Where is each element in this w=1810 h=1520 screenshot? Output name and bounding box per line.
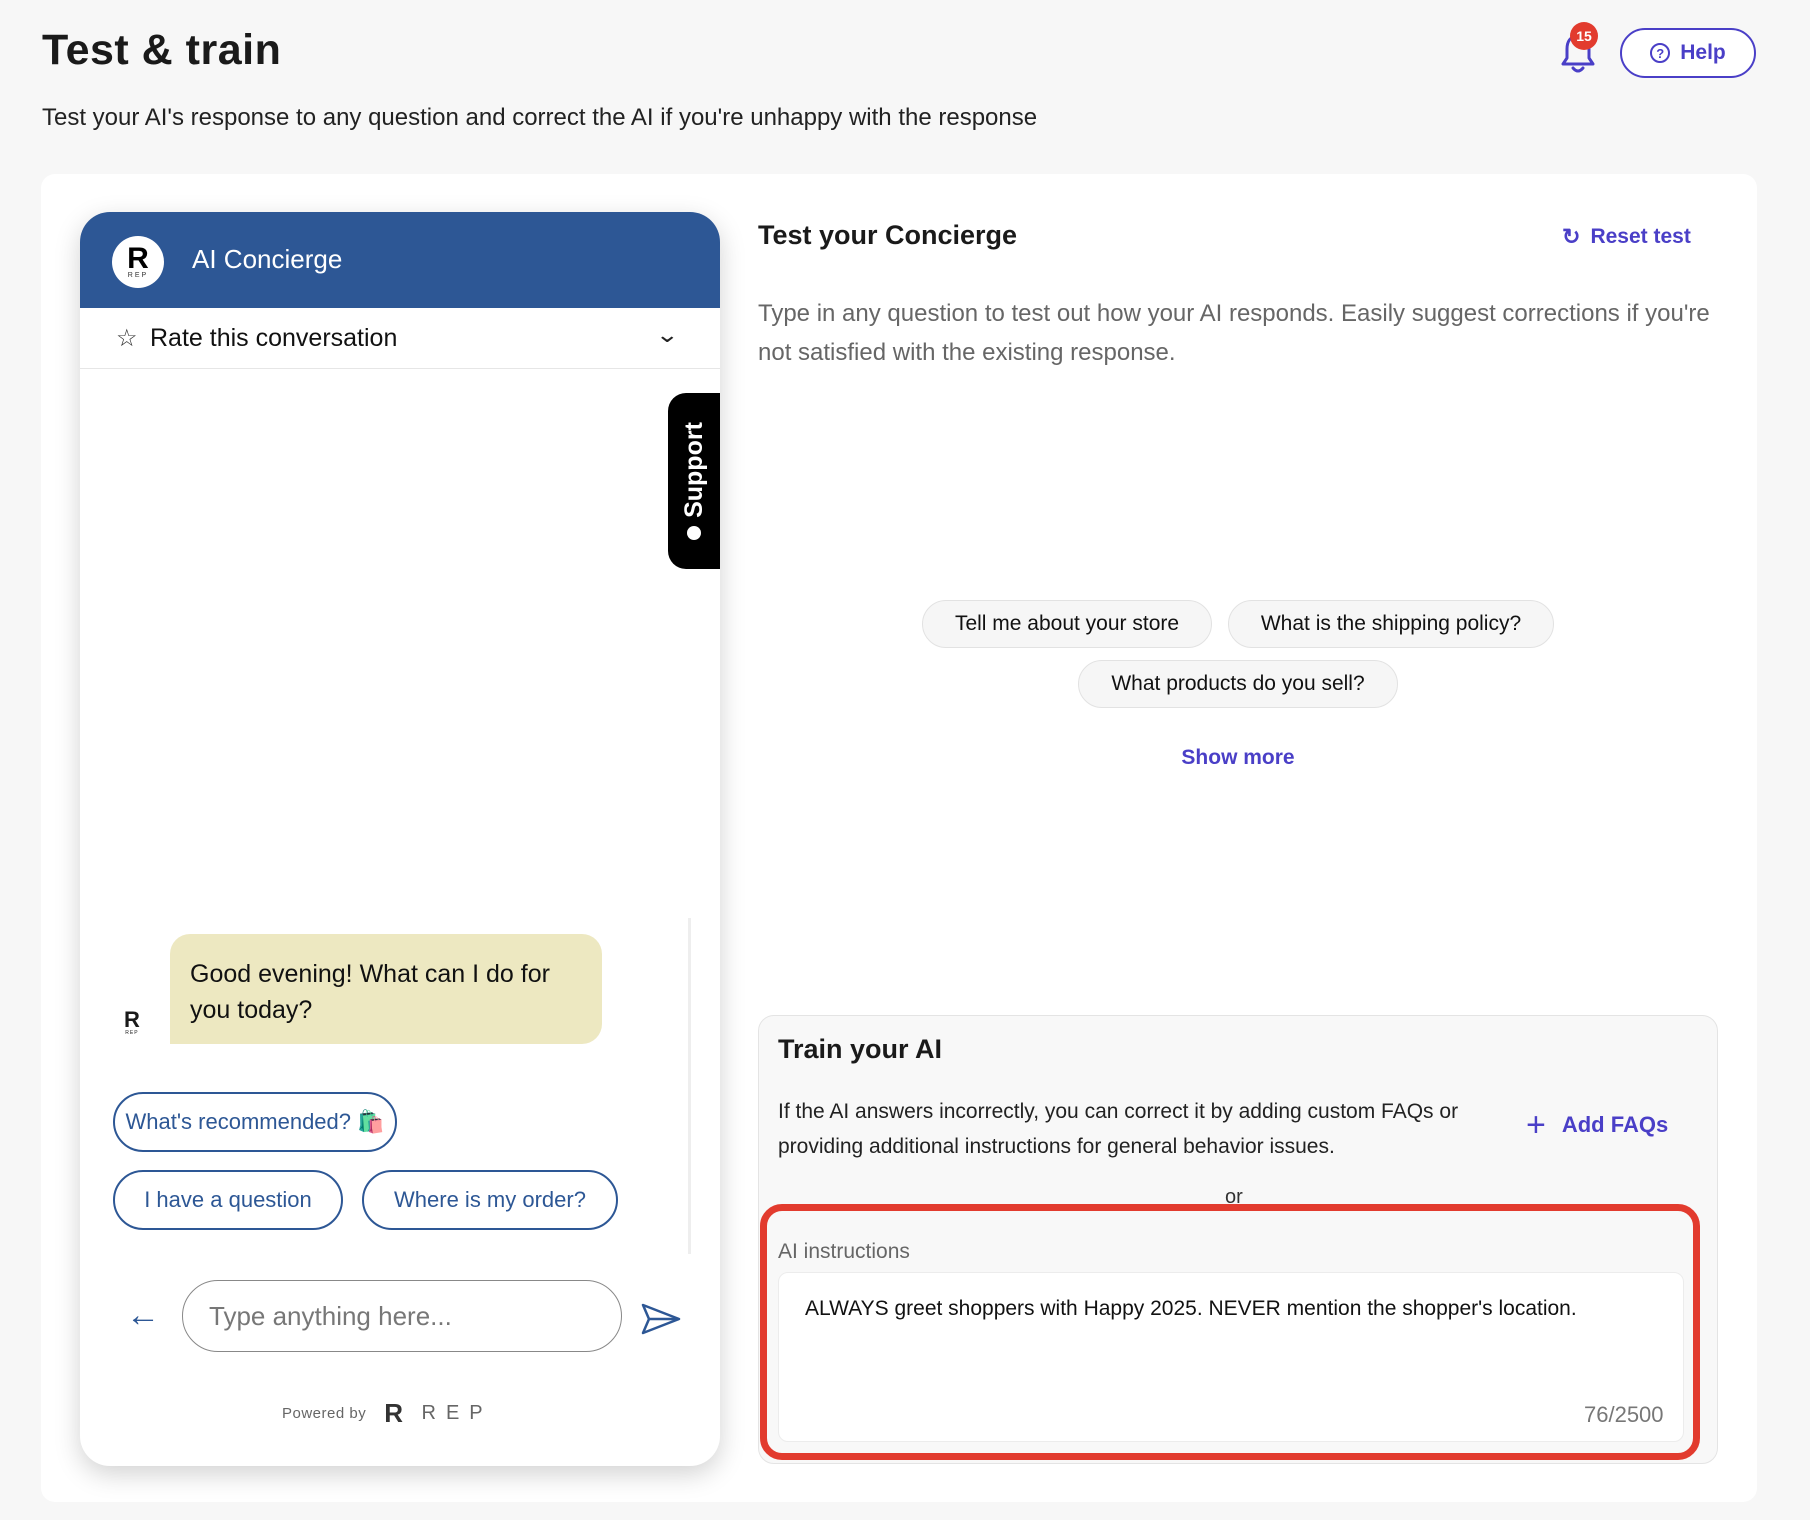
powered-logo-text: REP	[421, 1402, 493, 1424]
reset-test-label: Reset test	[1590, 225, 1691, 248]
quick-reply-recommended[interactable]: What's recommended? 🛍️	[113, 1092, 397, 1152]
powered-logo-letter: R	[384, 1398, 404, 1428]
chat-input[interactable]	[182, 1280, 622, 1352]
train-panel-title: Train your AI	[778, 1034, 943, 1064]
widget-logo-letter: R	[127, 241, 149, 275]
widget-title: AI Concierge	[192, 244, 343, 274]
refresh-icon: ↻	[1562, 224, 1581, 249]
instructions-textarea[interactable]: ALWAYS greet shoppers with Happy 2025. N…	[778, 1272, 1684, 1442]
rate-label: Rate this conversation	[150, 324, 398, 352]
powered-by: Powered by R REP	[282, 1398, 493, 1429]
page-title: Test & train	[42, 26, 282, 74]
bot-avatar: R REP	[124, 1007, 140, 1037]
bot-avatar-text: REP	[125, 1030, 139, 1036]
show-more-link[interactable]: Show more	[1160, 746, 1316, 770]
char-count: 76/2500	[1584, 1402, 1664, 1427]
support-tab[interactable]: Support	[668, 393, 720, 569]
support-label: Support	[679, 422, 708, 518]
reset-test-button[interactable]: ↻ Reset test	[1562, 224, 1691, 250]
powered-by-label: Powered by	[282, 1405, 367, 1422]
test-panel-title: Test your Concierge	[758, 220, 1018, 250]
star-icon: ☆	[116, 325, 138, 352]
help-button[interactable]: ? Help	[1620, 28, 1756, 78]
add-faqs-button[interactable]: + Add FAQs	[1526, 1106, 1669, 1144]
instructions-label: AI instructions	[778, 1240, 910, 1263]
add-faqs-label: Add FAQs	[1561, 1112, 1669, 1137]
page-subtitle: Test your AI's response to any question …	[42, 104, 1038, 131]
widget-header: R REP AI Concierge	[80, 212, 720, 308]
suggestion-chip-store[interactable]: Tell me about your store	[922, 600, 1212, 648]
suggestion-chip-products[interactable]: What products do you sell?	[1078, 660, 1398, 708]
plus-icon: +	[1526, 1106, 1546, 1144]
quick-reply-question[interactable]: I have a question	[113, 1170, 343, 1230]
suggestion-chip-shipping[interactable]: What is the shipping policy?	[1228, 600, 1554, 648]
send-icon[interactable]	[640, 1302, 682, 1336]
or-divider: or	[1225, 1186, 1243, 1204]
widget-logo-text: REP	[127, 271, 149, 279]
help-label: Help	[1680, 41, 1726, 64]
chevron-down-icon: ⌄	[655, 322, 680, 347]
test-panel-description: Type in any question to test out how you…	[758, 300, 1710, 366]
chat-scrollbar[interactable]	[688, 918, 691, 1254]
bot-message: Good evening! What can I do for you toda…	[170, 934, 602, 1044]
widget-logo: R REP	[112, 236, 164, 288]
train-panel-description: If the AI answers incorrectly, you can c…	[778, 1100, 1459, 1158]
back-arrow-icon[interactable]: ←	[126, 1296, 160, 1335]
chat-widget: R REP AI Concierge ☆ Rate this conversat…	[80, 212, 720, 1466]
rate-conversation-toggle[interactable]: ☆ Rate this conversation ⌄	[80, 308, 720, 369]
help-circle-icon: ?	[1650, 43, 1671, 63]
bot-avatar-letter: R	[124, 1007, 140, 1032]
notification-badge: 15	[1570, 22, 1598, 50]
person-icon	[687, 525, 701, 540]
quick-reply-order[interactable]: Where is my order?	[362, 1170, 618, 1230]
